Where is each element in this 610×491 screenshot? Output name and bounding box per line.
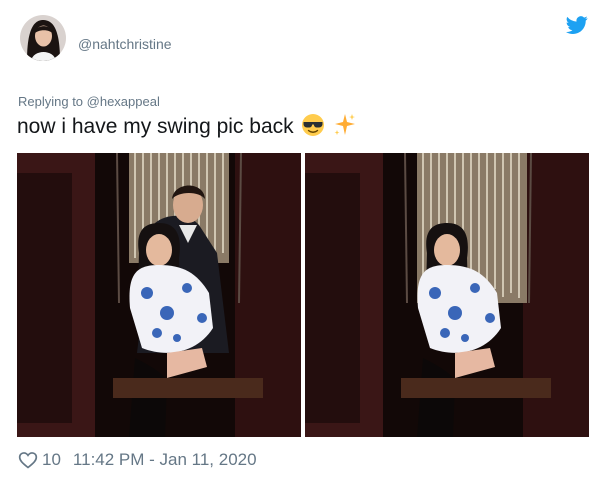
- tweet-footer: 10 11:42 PM - Jan 11, 2020: [18, 450, 257, 470]
- tweet-card: @nahtchristine Replying to @hexappeal no…: [0, 0, 610, 491]
- sparkles-emoji: [334, 114, 356, 135]
- smiling-face-with-sunglasses-emoji: [302, 114, 325, 136]
- twitter-bird-icon[interactable]: [566, 14, 588, 36]
- tweet-timestamp[interactable]: 11:42 PM - Jan 11, 2020: [73, 450, 257, 470]
- like-count[interactable]: 10: [42, 450, 61, 470]
- user-handle[interactable]: @nahtchristine: [78, 36, 172, 52]
- tweet-photo-1[interactable]: [17, 153, 301, 437]
- tweet-text: now i have my swing pic back: [17, 115, 294, 138]
- avatar[interactable]: [20, 15, 66, 61]
- tweet-photo-2[interactable]: [305, 153, 589, 437]
- heart-icon[interactable]: [18, 450, 38, 470]
- replying-to-label[interactable]: Replying to @hexappeal: [18, 94, 160, 109]
- tweet-text-row: now i have my swing pic back: [17, 113, 357, 139]
